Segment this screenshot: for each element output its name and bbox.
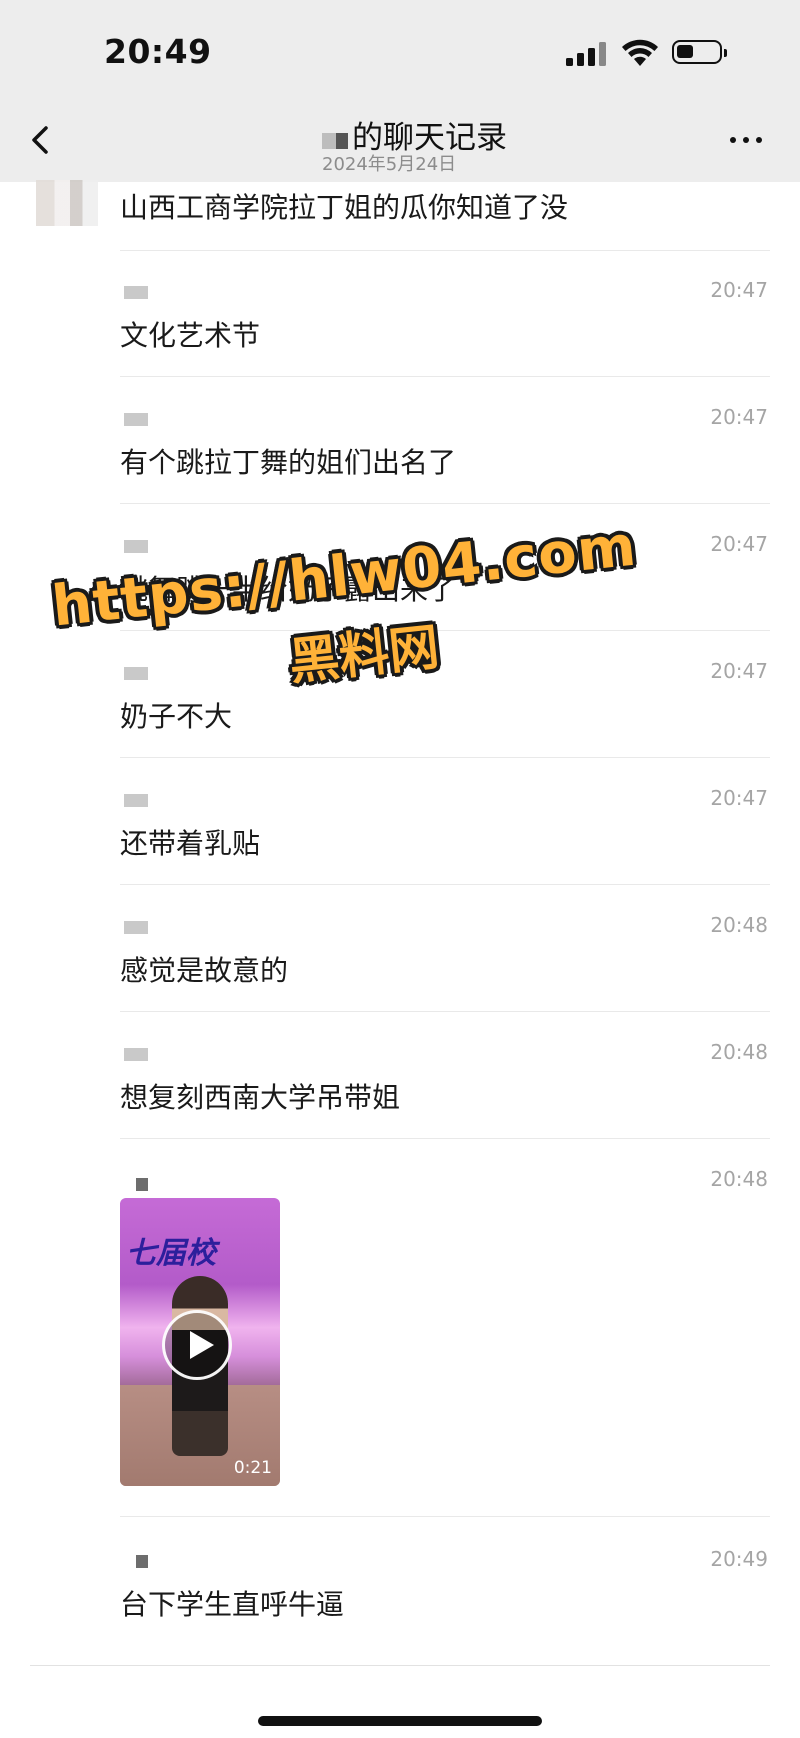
video-banner-text: 七届校 <box>126 1236 216 1271</box>
message-time: 20:47 <box>710 278 768 302</box>
video-duration: 0:21 <box>233 1458 272 1478</box>
divider <box>30 1665 770 1666</box>
redacted-sender <box>124 286 148 299</box>
message-time: 20:47 <box>710 786 768 810</box>
message-time: 20:47 <box>710 405 768 429</box>
message-time: 20:47 <box>710 659 768 683</box>
avatar <box>36 180 98 226</box>
home-indicator[interactable] <box>258 1716 542 1726</box>
more-dots-icon[interactable] <box>726 130 766 150</box>
navigation-bar: 20:49 的聊天记录 2024年5月24日 <box>0 0 800 182</box>
video-message[interactable]: 七届校 0:21 <box>120 1198 280 1486</box>
redacted-sender <box>124 540 148 553</box>
message-time: 20:48 <box>710 1167 768 1191</box>
message-text: 感觉是故意的 <box>120 954 289 987</box>
message-time: 20:49 <box>710 1547 768 1571</box>
message-time: 20:48 <box>710 1040 768 1064</box>
watermark: https://hlw04.com 黑料网 <box>48 504 643 734</box>
wifi-icon <box>622 39 658 66</box>
battery-icon <box>672 40 727 64</box>
redacted-sender <box>124 921 148 934</box>
message-text: 台下学生直呼牛逼 <box>120 1588 345 1621</box>
redacted-sender <box>124 1048 148 1061</box>
play-icon[interactable] <box>162 1310 232 1380</box>
back-chevron-icon[interactable] <box>26 120 56 160</box>
watermark-name: 黑料网 <box>286 617 442 692</box>
status-time: 20:49 <box>104 32 212 71</box>
chat-date: 2024年5月24日 <box>322 154 457 175</box>
message-time: 20:47 <box>710 532 768 556</box>
redacted-sender <box>124 794 148 807</box>
redacted-name-dark <box>336 133 348 149</box>
redacted-sender <box>124 413 148 426</box>
message-text: 山西工商学院拉丁姐的瓜你知道了没 <box>120 191 569 224</box>
redacted-sender <box>136 1178 148 1191</box>
redacted-sender <box>136 1555 148 1568</box>
signal-icon <box>566 42 610 66</box>
message-text: 还带着乳贴 <box>120 827 261 860</box>
message-text: 有个跳拉丁舞的姐们出名了 <box>120 446 457 479</box>
message-text: 文化艺术节 <box>120 319 261 352</box>
message-text: 想复刻西南大学吊带姐 <box>120 1081 401 1114</box>
message-time: 20:48 <box>710 913 768 937</box>
